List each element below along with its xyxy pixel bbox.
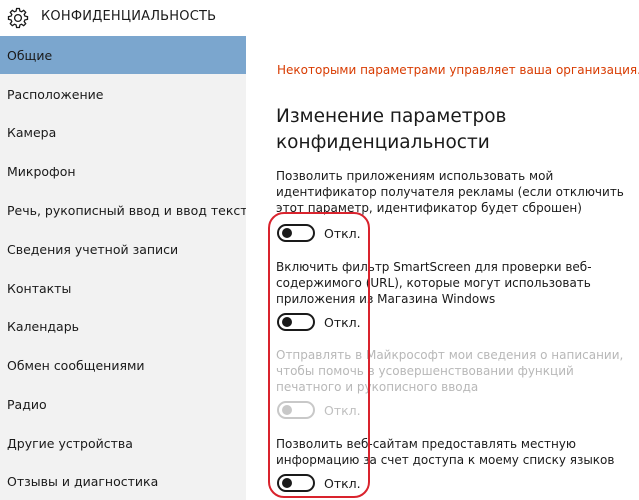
org-managed-notice: Некоторыми параметрами управляет ваша ор… (277, 63, 639, 77)
page-heading-line2: конфиденциальности (276, 132, 490, 153)
language-list-toggle[interactable] (277, 474, 315, 492)
smartscreen-toggle[interactable] (277, 313, 315, 331)
setting-smartscreen-description: Включить фильтр SmartScreen для проверки… (276, 260, 592, 306)
advertising-id-state-label: Откл. (324, 225, 361, 241)
sidebar-item-location[interactable]: Расположение (0, 75, 246, 113)
sidebar-item-radios[interactable]: Радио (0, 385, 246, 423)
pane-divider (246, 36, 260, 500)
setting-smartscreen-row: Откл. (277, 311, 361, 333)
sidebar-item-contacts[interactable]: Контакты (0, 269, 246, 307)
advertising-id-toggle[interactable] (277, 224, 315, 242)
toggle-knob (282, 317, 292, 327)
title-bar: КОНФИДЕНЦИАЛЬНОСТЬ (0, 0, 639, 36)
page-heading-line1: Изменение параметров (276, 106, 507, 127)
page-heading: Изменение параметров конфиденциальности (276, 104, 616, 156)
setting-language-list-row: Откл. (277, 472, 361, 494)
sidebar-item-microphone[interactable]: Микрофон (0, 152, 246, 190)
setting-typing-info-row: Откл. (277, 399, 361, 421)
language-list-state-label: Откл. (324, 475, 361, 491)
toggle-knob (282, 228, 292, 238)
smartscreen-state-label: Откл. (324, 314, 361, 330)
sidebar-item-other-devices[interactable]: Другие устройства (0, 424, 246, 462)
setting-advertising-id-description: Позволить приложениям использовать мой и… (276, 169, 624, 215)
window-title: КОНФИДЕНЦИАЛЬНОСТЬ (41, 9, 217, 24)
sidebar-item-feedback-diagnostics[interactable]: Отзывы и диагностика (0, 462, 246, 500)
setting-language-list-description: Позволить веб-сайтам предоставлять местн… (276, 437, 615, 467)
sidebar-item-calendar[interactable]: Календарь (0, 307, 246, 345)
toggle-knob (282, 405, 292, 415)
gear-icon (7, 7, 29, 29)
setting-typing-info-description: Отправлять в Майкрософт мои сведения о н… (276, 348, 624, 394)
sidebar-item-messaging[interactable]: Обмен сообщениями (0, 346, 246, 384)
sidebar-item-general[interactable]: Общие (0, 36, 246, 74)
sidebar-item-camera[interactable]: Камера (0, 113, 246, 151)
sidebar-item-speech-inking-typing[interactable]: Речь, рукописный ввод и ввод текста (0, 191, 255, 229)
typing-info-state-label: Откл. (324, 402, 361, 418)
sidebar: Общие Расположение Камера Микрофон Речь,… (0, 36, 255, 500)
toggle-knob (282, 478, 292, 488)
sidebar-item-account-info[interactable]: Сведения учетной записи (0, 230, 246, 268)
typing-info-toggle (277, 401, 315, 419)
setting-advertising-id-row: Откл. (277, 222, 361, 244)
